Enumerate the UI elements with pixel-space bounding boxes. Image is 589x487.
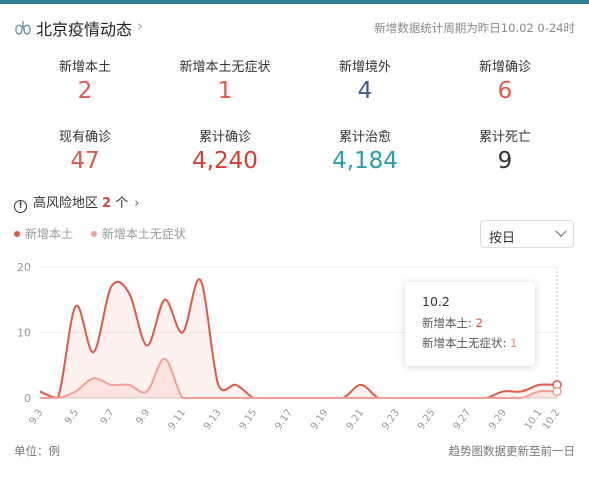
- x-tick-label: 9.25: [416, 407, 438, 432]
- series-marker: [552, 386, 562, 397]
- x-tick-label: 9.9: [134, 407, 152, 426]
- tooltip-row-asymptomatic: 新增本土无症状: 1: [422, 335, 535, 351]
- x-tick-label: 10.2: [541, 407, 563, 432]
- stat-label: 新增本土无症状: [179, 60, 271, 75]
- x-tick-label: 9.21: [345, 407, 367, 432]
- stat-total-cured: 累计治愈 4,184: [295, 126, 435, 174]
- stat-value: 9: [497, 148, 513, 174]
- tooltip-date: 10.2: [422, 294, 450, 309]
- unit-note: 单位：例: [14, 444, 60, 458]
- x-tick-label: 9.7: [99, 407, 117, 426]
- update-note: 趋势图数据更新至前一日: [448, 444, 576, 458]
- legend-dot: [14, 231, 20, 237]
- tooltip-value: 1: [510, 336, 518, 350]
- x-tick-label: 9.15: [238, 407, 260, 432]
- stat-new-local-asymptomatic: 新增本土无症状 1: [155, 56, 295, 104]
- stat-label: 累计死亡: [478, 130, 531, 145]
- x-tick-label: 9.23: [380, 407, 402, 432]
- risk-label: 高风险地区: [33, 196, 99, 211]
- x-tick-label: 9.17: [273, 407, 295, 432]
- y-tick-label: 10: [17, 327, 31, 340]
- tooltip-row-local: 新增本土: 2: [422, 315, 535, 331]
- legend-dot: [90, 231, 97, 237]
- stat-total-confirmed: 累计确诊 4,240: [155, 126, 295, 174]
- top-accent-bar: [0, 0, 589, 4]
- chevron-down-icon: [555, 225, 567, 237]
- risk-count: 2: [102, 196, 112, 211]
- select-value: 按日: [489, 231, 516, 246]
- x-tick-label: 9.27: [452, 407, 474, 432]
- stat-value: 4,240: [192, 148, 258, 174]
- stat-label: 累计确诊: [198, 130, 251, 145]
- x-tick-label: 9.29: [487, 407, 509, 432]
- stat-value: 6: [497, 78, 513, 104]
- granularity-select[interactable]: 按日: [480, 220, 574, 248]
- x-tick-label: 9.5: [63, 407, 81, 426]
- stat-label: 新增境外: [338, 60, 391, 75]
- x-tick-label: 9.11: [166, 407, 188, 432]
- stat-label: 新增本土: [58, 60, 111, 75]
- stat-label: 累计治愈: [338, 130, 391, 145]
- legend-label: 新增本土: [25, 227, 74, 241]
- stat-total-deaths: 累计死亡 9: [435, 126, 575, 174]
- y-tick-label: 0: [24, 392, 31, 405]
- tooltip-label: 新增本土:: [422, 316, 472, 330]
- legend-item-local[interactable]: 新增本土: [14, 225, 73, 242]
- chart-legend: 新增本土 新增本土无症状: [14, 225, 200, 242]
- x-tick-label: 9.13: [202, 407, 224, 432]
- legend-label: 新增本土无症状: [101, 227, 186, 241]
- page-title[interactable]: 北京疫情动态: [36, 16, 132, 40]
- stat-value: 4: [357, 78, 373, 104]
- period-note: 新增数据统计周期为昨日10.02 0-24时: [374, 21, 575, 35]
- stat-new-imported: 新增境外 4: [295, 56, 435, 104]
- stat-current-confirmed: 现有确诊 47: [15, 126, 155, 174]
- warning-icon: !: [14, 200, 27, 213]
- stat-value: 4,184: [332, 148, 398, 174]
- lungs-icon: [15, 21, 31, 35]
- stat-value: 2: [77, 78, 93, 104]
- legend-item-asymptomatic[interactable]: 新增本土无症状: [90, 225, 186, 242]
- x-tick-label: 9.19: [309, 407, 331, 432]
- stat-label: 新增确诊: [478, 60, 531, 75]
- stat-new-local: 新增本土 2: [15, 56, 155, 104]
- x-tick-label: 10.1: [523, 407, 545, 432]
- y-tick-label: 20: [17, 261, 31, 274]
- stat-value: 1: [217, 78, 233, 104]
- tooltip-value: 2: [475, 316, 483, 330]
- chevron-right-icon[interactable]: ›: [137, 17, 143, 35]
- chart-tooltip: 10.2 新增本土: 2 新增本土无症状: 1: [405, 282, 535, 366]
- tooltip-label: 新增本土无症状:: [422, 336, 507, 350]
- stat-label: 现有确诊: [58, 130, 111, 145]
- high-risk-areas-link[interactable]: ! 高风险地区 2 个 ›: [14, 192, 139, 213]
- stat-value: 47: [70, 148, 100, 174]
- risk-unit: 个: [115, 196, 129, 211]
- stat-new-confirmed: 新增确诊 6: [435, 56, 575, 104]
- page-header[interactable]: 北京疫情动态 › 新增数据统计周期为昨日10.02 0-24时: [14, 14, 575, 42]
- x-tick-label: 9.3: [27, 407, 45, 426]
- chevron-right-icon[interactable]: ›: [134, 196, 139, 211]
